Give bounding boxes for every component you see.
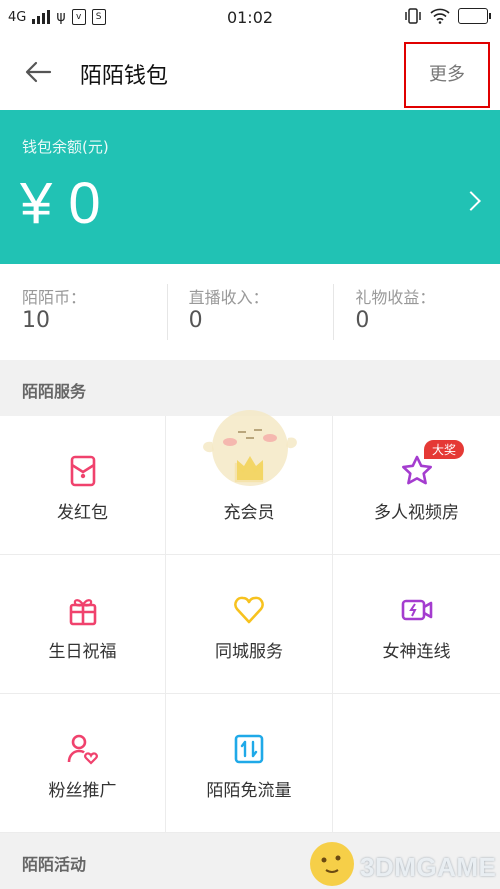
user-heart-icon — [67, 734, 98, 765]
stat-label: 礼物收益： — [355, 288, 436, 307]
stat-value: 0 — [355, 308, 370, 333]
data-transfer-icon — [234, 734, 264, 764]
watermark-mascot-icon — [310, 842, 354, 886]
stat-value: 10 — [22, 308, 50, 333]
section-title: 陌陌活动 — [22, 855, 87, 874]
chevron-right-icon — [461, 191, 481, 211]
page-title: 陌陌钱包 — [80, 64, 169, 89]
status-bar: 4G ψ v S 01:02 — [0, 0, 500, 36]
section-title: 陌陌服务 — [22, 382, 87, 401]
red-envelope-icon — [70, 455, 95, 487]
battery-icon — [458, 8, 491, 24]
service-fan-promotion[interactable]: 粉丝推广 — [0, 694, 166, 833]
video-call-icon — [401, 599, 432, 621]
service-label: 陌陌免流量 — [206, 781, 292, 801]
stat-value: 0 — [188, 308, 203, 333]
service-free-data[interactable]: 陌陌免流量 — [166, 694, 333, 833]
prize-badge: 大奖 — [424, 440, 465, 459]
nav-bar: 陌陌钱包 更多 — [0, 36, 500, 110]
stat-label: 陌陌币： — [22, 288, 87, 307]
stat-gift-earnings[interactable]: 礼物收益： 0 — [333, 264, 500, 360]
stat-label: 直播收入： — [188, 288, 269, 307]
service-birthday-wishes[interactable]: 生日祝福 — [0, 555, 166, 694]
back-arrow-icon[interactable] — [22, 56, 54, 88]
empty-cell — [333, 694, 500, 833]
site-watermark: 3DMGAME — [300, 836, 500, 889]
stat-live-income[interactable]: 直播收入： 0 — [166, 264, 334, 360]
more-button[interactable]: 更多 — [404, 42, 490, 108]
status-right — [404, 8, 491, 24]
service-label: 同城服务 — [215, 642, 283, 662]
balance-label: 钱包余额(元) — [22, 138, 109, 156]
service-goddess-call[interactable]: 女神连线 — [333, 555, 500, 694]
service-local-services[interactable]: 同城服务 — [166, 555, 333, 694]
service-label: 女神连线 — [382, 642, 451, 662]
wallet-balance-card[interactable]: 钱包余额(元) ¥ 0 — [0, 110, 500, 264]
gift-icon — [69, 599, 96, 626]
mascot-watermark-image — [203, 410, 297, 486]
service-label: 发红包 — [57, 503, 108, 523]
stat-momo-coins[interactable]: 陌陌币： 10 — [0, 264, 167, 360]
service-label: 粉丝推广 — [48, 781, 117, 801]
service-label: 生日祝福 — [48, 642, 117, 662]
service-multi-video-room[interactable]: 大奖 多人视频房 — [333, 416, 500, 555]
service-label: 充会员 — [223, 503, 275, 523]
service-send-red-packet[interactable]: 发红包 — [0, 416, 166, 555]
balance-amount: ¥ 0 — [20, 171, 101, 236]
heart-icon — [234, 596, 264, 624]
vibrate-icon — [405, 8, 421, 24]
wallet-stats: 陌陌币： 10 直播收入： 0 礼物收益： 0 — [0, 264, 500, 360]
wifi-icon — [430, 8, 450, 24]
service-label: 多人视频房 — [374, 503, 459, 523]
watermark-text: 3DMGAME — [360, 852, 497, 882]
star-icon — [401, 455, 432, 485]
